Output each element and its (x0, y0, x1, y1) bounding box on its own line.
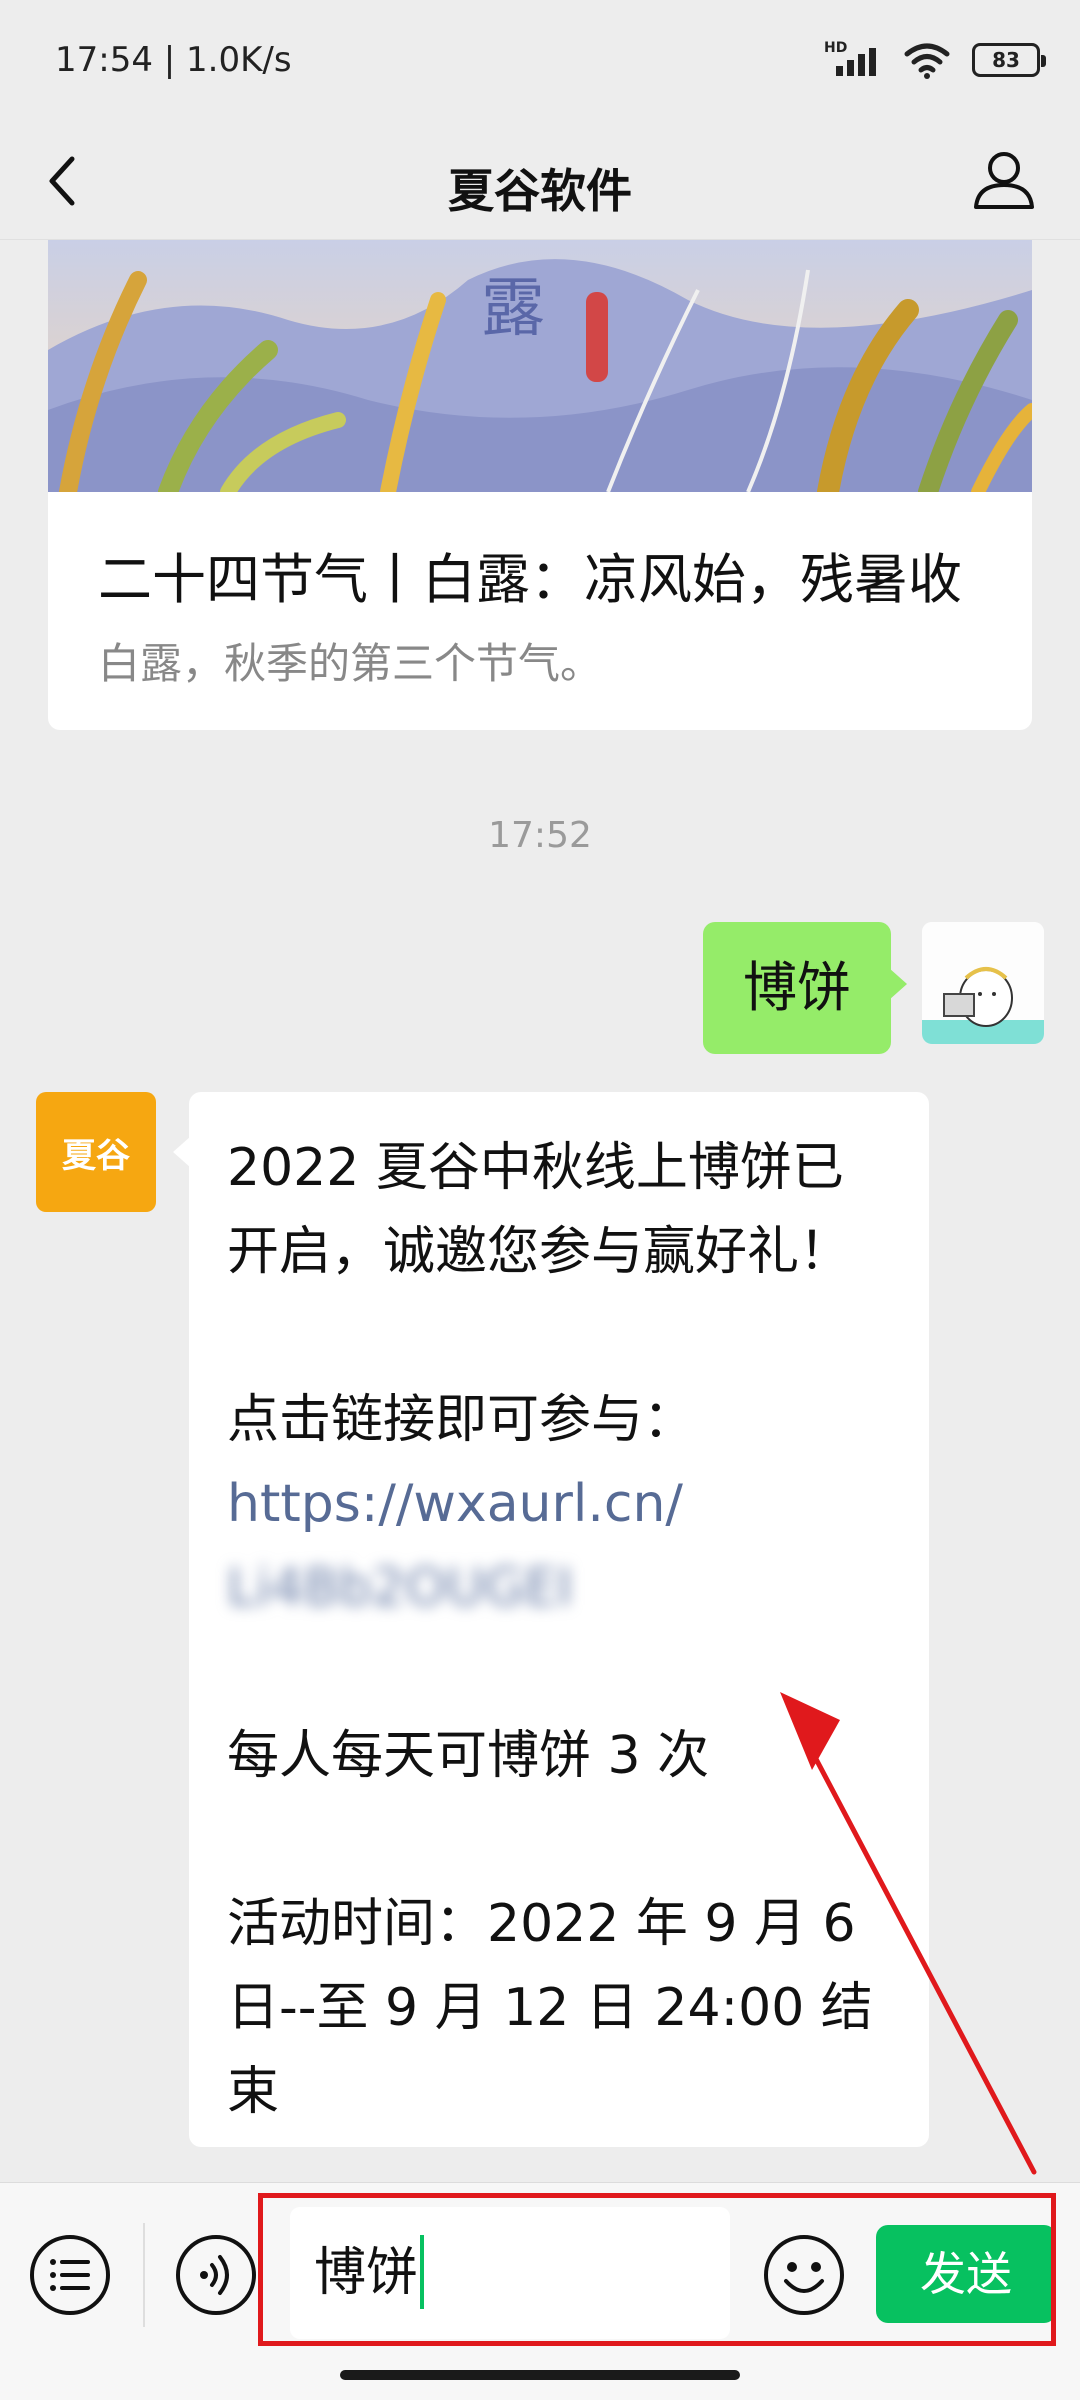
article-card[interactable]: 露 二十四节气丨白露：凉风始，残暑收 白露，秋季的第三个节气。 (48, 240, 1032, 730)
message-line: 日--至 9 月 12 日 24:00 结 (227, 1978, 873, 2038)
received-message-bubble[interactable]: 2022 夏谷中秋线上博饼已 开启，诚邀您参与赢好礼！ 点击链接即可参与： ht… (173, 1092, 929, 2147)
text-caret (420, 2235, 425, 2309)
menu-icon[interactable] (28, 2233, 112, 2317)
message-line: 活动时间：2022 年 9 月 6 (227, 1894, 856, 1954)
wifi-icon (904, 43, 950, 79)
page-title: 夏谷软件 (448, 164, 632, 218)
emoji-icon[interactable] (762, 2233, 846, 2317)
cover-character: 露 (481, 272, 545, 346)
sent-message-bubble[interactable]: 博饼 (703, 922, 907, 1054)
status-bar: 17:54 | 1.0K/s HD 83 (0, 0, 1080, 125)
nav-bar: 夏谷软件 (0, 125, 1080, 240)
message-link[interactable]: https://wxaurl.cn/ (227, 1462, 891, 1546)
message-input[interactable]: 博饼 (290, 2207, 730, 2339)
signal-icon: HD (824, 40, 882, 80)
battery-level: 83 (992, 48, 1020, 72)
chat-timestamp: 17:52 (488, 815, 592, 856)
battery-icon: 83 (972, 43, 1046, 77)
article-description: 白露，秋季的第三个节气。 (98, 639, 603, 688)
avatar[interactable] (922, 922, 1044, 1044)
my-avatar-image (922, 922, 1044, 1044)
article-cover-image: 露 (48, 240, 1032, 492)
message-input-value: 博饼 (314, 2243, 419, 2303)
status-time-speed: 17:54 | 1.0K/s (55, 40, 292, 80)
message-line: 开启，诚邀您参与赢好礼！ (227, 1222, 852, 1282)
article-title: 二十四节气丨白露：凉风始，残暑收 (98, 548, 962, 611)
bot-avatar[interactable]: 夏谷 (36, 1092, 156, 1212)
home-indicator (340, 2370, 740, 2380)
input-bar: 博饼 发送 (0, 2182, 1080, 2400)
message-line: 束 (227, 2062, 280, 2122)
divider (143, 2223, 145, 2327)
message-line: 每人每天可博饼 3 次 (227, 1726, 710, 1786)
send-button[interactable]: 发送 (876, 2225, 1056, 2323)
voice-icon[interactable] (174, 2233, 258, 2317)
message-link-blurred[interactable]: Li4Bb2OUGEI (227, 1546, 891, 1630)
message-line: 点击链接即可参与： (227, 1390, 696, 1450)
status-icons: HD 83 (824, 40, 1046, 80)
message-line: 2022 夏谷中秋线上博饼已 (227, 1138, 844, 1198)
profile-icon[interactable] (968, 143, 1040, 215)
